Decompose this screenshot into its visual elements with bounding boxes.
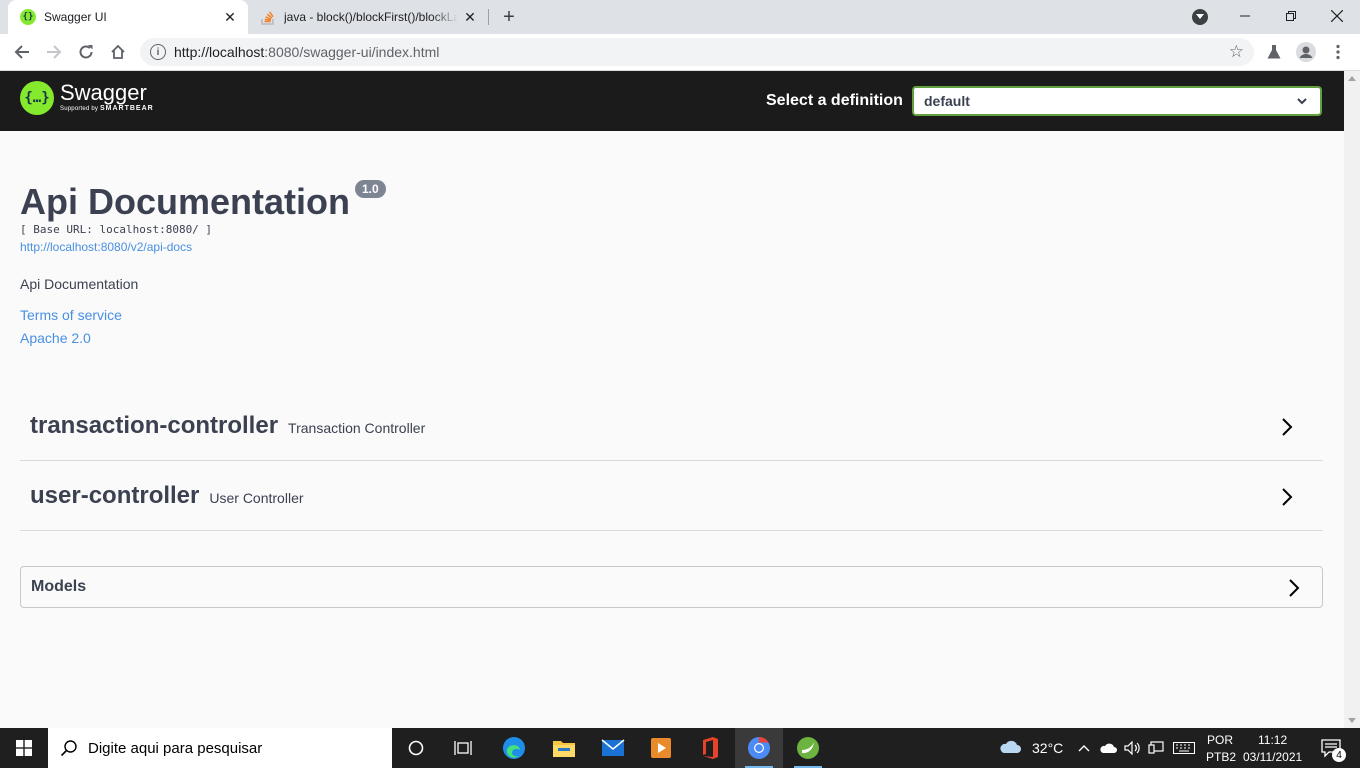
- tag-name: transaction-controller: [30, 411, 279, 439]
- clock-date[interactable]: 03/11/2021: [1243, 750, 1302, 764]
- swagger-logo[interactable]: {…} Swagger Supported by SMARTBEAR: [20, 81, 154, 115]
- back-button[interactable]: [8, 38, 36, 66]
- chevron-up-icon[interactable]: [1072, 728, 1096, 768]
- task-view-icon[interactable]: [440, 728, 488, 768]
- url-path: :8080/swagger-ui/index.html: [264, 44, 440, 60]
- logo-name: Swagger: [60, 80, 147, 105]
- browser-tab-strip: {} Swagger UI ✕ java - block()/blockFirs…: [0, 0, 1360, 34]
- office-icon[interactable]: [686, 728, 734, 768]
- logo-brand: SMARTBEAR: [99, 105, 154, 112]
- tab-divider: [488, 9, 489, 25]
- cortana-icon[interactable]: [392, 728, 440, 768]
- taskbar-search-box[interactable]: Digite aqui para pesquisar: [48, 728, 392, 768]
- network-icon[interactable]: [1144, 728, 1168, 768]
- close-tab-icon[interactable]: ✕: [458, 5, 482, 29]
- scroll-down-icon[interactable]: [1348, 718, 1356, 723]
- address-bar[interactable]: i http://localhost:8080/swagger-ui/index…: [140, 38, 1254, 66]
- terms-of-service-link[interactable]: Terms of service: [20, 307, 122, 323]
- tag-transaction-controller[interactable]: transaction-controller Transaction Contr…: [20, 391, 1323, 461]
- tag-description: User Controller: [209, 489, 304, 506]
- page-scrollbar[interactable]: [1344, 71, 1360, 728]
- browser-menu-icon[interactable]: [1324, 38, 1352, 66]
- weather-cloud-icon[interactable]: [988, 728, 1032, 768]
- reload-button[interactable]: [72, 38, 100, 66]
- minimize-window-button[interactable]: [1222, 0, 1268, 32]
- notifications-icon[interactable]: 4: [1312, 728, 1352, 768]
- definition-select[interactable]: default: [912, 86, 1322, 116]
- chevron-right-icon[interactable]: [1281, 417, 1293, 442]
- tag-description: Transaction Controller: [288, 419, 426, 436]
- api-info: Api Documentation 1.0: [20, 180, 386, 223]
- tab-title: Swagger UI: [44, 10, 107, 24]
- version-badge: 1.0: [355, 180, 386, 198]
- url-host: http://localhost: [174, 44, 265, 60]
- keyboard-layout[interactable]: PTB2: [1206, 750, 1236, 764]
- tab-swagger-ui[interactable]: {} Swagger UI ✕: [8, 0, 248, 34]
- site-info-icon[interactable]: i: [150, 44, 166, 60]
- tag-user-controller[interactable]: user-controller User Controller: [20, 461, 1323, 531]
- onedrive-cloud-icon[interactable]: [1096, 728, 1120, 768]
- labs-flask-icon[interactable]: [1260, 38, 1288, 66]
- models-section[interactable]: Models: [20, 566, 1323, 608]
- close-window-button[interactable]: [1314, 0, 1360, 32]
- file-explorer-icon[interactable]: [540, 728, 588, 768]
- bookmark-star-icon[interactable]: ☆: [1229, 42, 1244, 62]
- forward-button[interactable]: [40, 38, 68, 66]
- definition-label: Select a definition: [766, 92, 903, 109]
- swagger-topbar: {…} Swagger Supported by SMARTBEAR Selec…: [0, 71, 1344, 131]
- volume-icon[interactable]: [1120, 728, 1144, 768]
- search-icon: [60, 740, 77, 757]
- media-player-icon[interactable]: [637, 728, 685, 768]
- keyboard-icon[interactable]: [1170, 728, 1198, 768]
- mail-icon[interactable]: [589, 728, 637, 768]
- base-url: [ Base URL: localhost:8080/ ]: [20, 223, 213, 236]
- tab-search-icon[interactable]: [1192, 9, 1208, 25]
- clock-time[interactable]: 11:12: [1258, 733, 1287, 747]
- home-button[interactable]: [104, 38, 132, 66]
- tab-stackoverflow[interactable]: java - block()/blockFirst()/blockLast() …: [250, 0, 488, 34]
- chevron-down-icon: [1296, 94, 1308, 110]
- api-docs-link[interactable]: http://localhost:8080/v2/api-docs: [20, 240, 192, 254]
- tab-title: java - block()/blockFirst()/blockLast() …: [284, 10, 458, 24]
- profile-avatar-icon[interactable]: [1292, 38, 1320, 66]
- new-tab-button[interactable]: +: [496, 5, 522, 29]
- scroll-up-icon[interactable]: [1348, 76, 1356, 81]
- restore-window-button[interactable]: [1268, 0, 1314, 32]
- search-placeholder: Digite aqui para pesquisar: [88, 739, 263, 757]
- swagger-logo-icon: {…}: [20, 81, 54, 115]
- browser-toolbar: i http://localhost:8080/swagger-ui/index…: [0, 34, 1360, 71]
- license-link[interactable]: Apache 2.0: [20, 330, 91, 346]
- stackoverflow-favicon-icon: [260, 9, 276, 25]
- definition-value: default: [924, 93, 970, 109]
- close-tab-icon[interactable]: ✕: [218, 5, 242, 29]
- spring-tool-suite-icon[interactable]: [784, 728, 832, 768]
- notification-count: 4: [1332, 748, 1346, 762]
- edge-browser-icon[interactable]: [490, 728, 538, 768]
- input-language[interactable]: POR: [1207, 733, 1233, 747]
- weather-temperature[interactable]: 32°C: [1032, 740, 1063, 756]
- swagger-page: {…} Swagger Supported by SMARTBEAR Selec…: [0, 71, 1344, 728]
- tag-name: user-controller: [30, 481, 200, 509]
- logo-supported-by: Supported by: [60, 106, 99, 112]
- chevron-right-icon[interactable]: [1281, 487, 1293, 512]
- swagger-favicon-icon: {}: [20, 9, 36, 25]
- models-title: Models: [31, 578, 87, 595]
- windows-taskbar: Digite aqui para pesquisar 32°C POR PTB2…: [0, 728, 1360, 768]
- page-title: Api Documentation: [20, 181, 350, 222]
- chevron-right-icon[interactable]: [1288, 578, 1300, 603]
- api-description: Api Documentation: [20, 276, 139, 292]
- windows-start-icon[interactable]: [0, 728, 48, 768]
- chrome-icon[interactable]: [735, 728, 783, 768]
